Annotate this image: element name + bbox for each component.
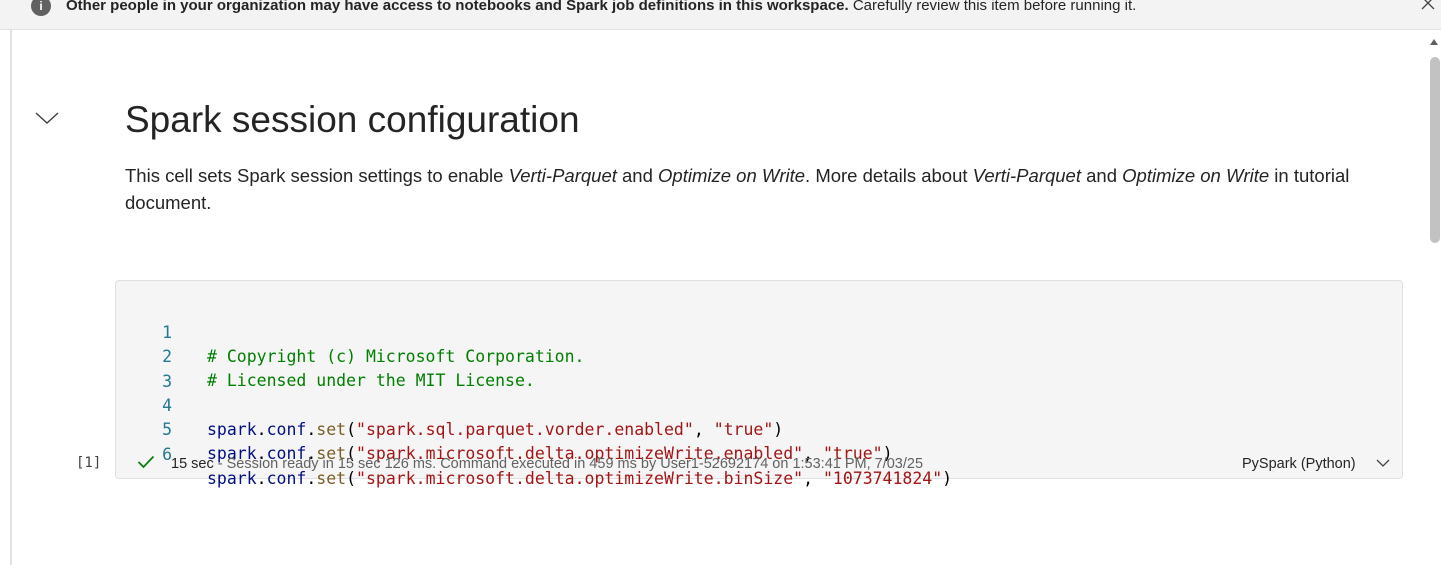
code-line[interactable]: 1 # Copyright (c) Microsoft Corporation. [116, 297, 1402, 366]
execution-detail: - Session ready in 15 sec 126 ms. Comman… [213, 456, 924, 472]
chevron-down-icon[interactable] [1376, 458, 1390, 468]
banner-bold-text: Other people in your organization may ha… [66, 0, 849, 14]
md-italic: Verti-Parquet [508, 165, 617, 186]
close-icon[interactable] [1419, 0, 1437, 12]
code-cell[interactable]: 1 # Copyright (c) Microsoft Corporation.… [115, 280, 1403, 488]
md-text: . More details about [805, 165, 973, 186]
execution-duration: 15 sec [171, 456, 214, 472]
code-line[interactable]: 6 spark.conf.set("spark.microsoft.delta.… [116, 419, 1402, 488]
md-italic: Optimize on Write [1122, 165, 1270, 186]
chevron-down-icon[interactable] [34, 110, 60, 126]
markdown-paragraph: This cell sets Spark session settings to… [125, 162, 1380, 216]
banner-message: Other people in your organization may ha… [66, 0, 1136, 14]
code-line[interactable]: 3 [116, 346, 1402, 391]
security-banner: i Other people in your organization may … [0, 0, 1441, 30]
cell-gutter-rule [10, 30, 12, 565]
md-italic: Optimize on Write [658, 165, 806, 186]
markdown-heading: Spark session configuration [125, 99, 580, 140]
md-italic: Verti-Parquet [972, 165, 1081, 186]
execution-status: 15 sec - Session ready in 15 sec 126 ms.… [171, 456, 923, 472]
banner-text: Carefully review this item before runnin… [852, 0, 1137, 14]
md-text: and [1080, 165, 1123, 186]
scrollbar-thumb[interactable] [1430, 57, 1440, 243]
code-line[interactable]: 5 spark.conf.set("spark.microsoft.delta.… [116, 394, 1402, 463]
scroll-up-arrow-icon[interactable] [1429, 36, 1439, 48]
md-text: This cell sets Spark session settings to… [125, 165, 509, 186]
info-icon: i [31, 0, 51, 16]
checkmark-icon [137, 455, 155, 469]
execution-count: [1] [76, 455, 102, 471]
code-line[interactable]: 4 spark.conf.set("spark.sql.parquet.vord… [116, 370, 1402, 439]
code-line[interactable]: 2 # Licensed under the MIT License. [116, 321, 1402, 390]
md-text: and [616, 165, 659, 186]
language-selector[interactable]: PySpark (Python) [1242, 456, 1356, 472]
